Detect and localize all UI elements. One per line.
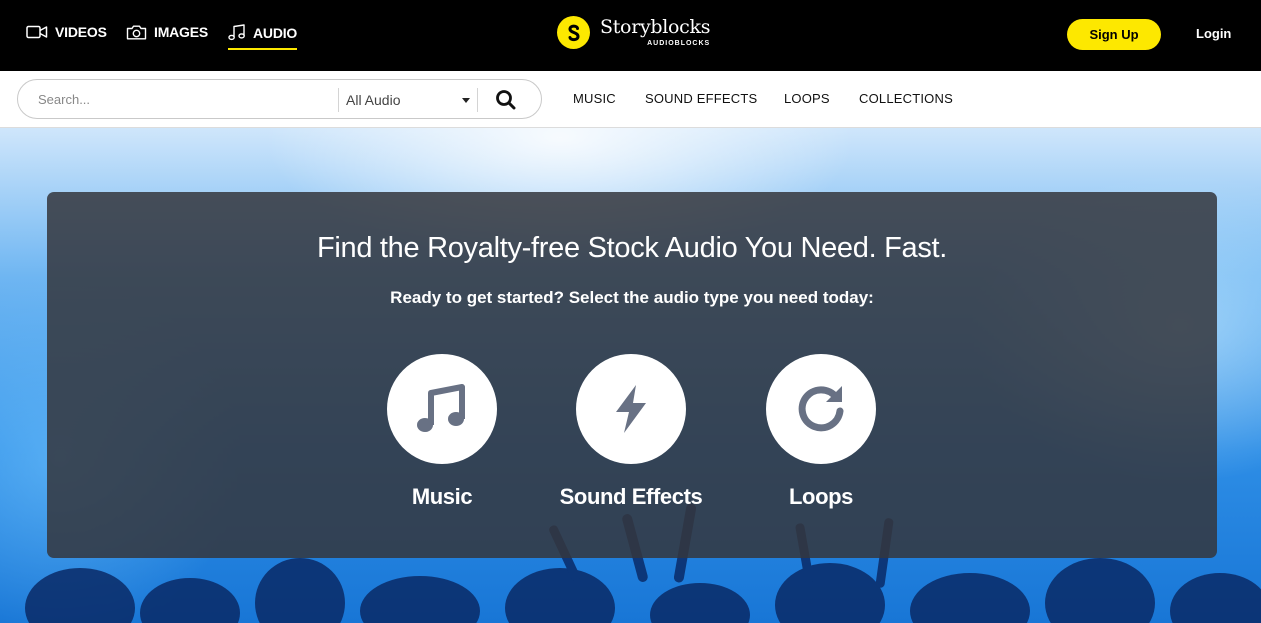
tab-images[interactable]: IMAGES	[126, 24, 208, 40]
option-loops[interactable]: Loops	[736, 354, 906, 524]
caret-down-icon	[462, 97, 470, 103]
video-camera-icon	[26, 25, 48, 39]
hero-subtitle: Ready to get started? Select the audio t…	[390, 288, 874, 307]
login-link[interactable]: Login	[1196, 26, 1231, 41]
search-divider	[477, 88, 478, 112]
sign-up-button[interactable]: Sign Up	[1067, 19, 1161, 50]
nav-link-loops[interactable]: LOOPS	[784, 91, 830, 106]
tab-videos[interactable]: VIDEOS	[26, 24, 107, 40]
tab-videos-label: VIDEOS	[55, 24, 107, 40]
nav-link-sound-effects[interactable]: SOUND EFFECTS	[645, 91, 757, 106]
tab-images-label: IMAGES	[154, 24, 209, 40]
refresh-loop-icon	[798, 386, 844, 432]
option-loops-circle	[766, 354, 876, 464]
music-note-icon	[417, 384, 465, 432]
top-bar: VIDEOS IMAGES AUDIO Storyblocks AUDIOBLO…	[0, 0, 1261, 71]
search-box: All Audio	[17, 79, 542, 119]
audio-type-card: Find the Royalty-free Stock Audio You Ne…	[47, 192, 1217, 558]
audio-type-select-value: All Audio	[346, 92, 401, 108]
hero-banner: Find the Royalty-free Stock Audio You Ne…	[0, 128, 1261, 623]
option-music-label: Music	[411, 484, 473, 509]
search-divider	[338, 88, 339, 112]
option-sound-effects[interactable]: Sound Effects	[546, 354, 716, 524]
search-button[interactable]	[494, 88, 518, 112]
search-nav-bar: All Audio MUSIC SOUND EFFECTS LOOPS COLL…	[0, 71, 1261, 128]
logo-subtitle: AUDIOBLOCKS	[647, 40, 711, 47]
option-music-circle	[387, 354, 497, 464]
logo-name: Storyblocks	[600, 16, 711, 38]
search-icon	[496, 90, 516, 110]
nav-link-music[interactable]: MUSIC	[573, 91, 616, 106]
hero-title: Find the Royalty-free Stock Audio You Ne…	[316, 232, 948, 264]
option-sound-effects-circle	[576, 354, 686, 464]
storyblocks-logo[interactable]: Storyblocks AUDIOBLOCKS	[557, 16, 711, 49]
lightning-bolt-icon	[616, 385, 646, 433]
photo-camera-icon	[126, 25, 147, 39]
tab-audio[interactable]: AUDIO	[228, 24, 298, 50]
nav-link-collections[interactable]: COLLECTIONS	[859, 91, 953, 106]
option-music[interactable]: Music	[357, 354, 527, 524]
option-loops-label: Loops	[789, 484, 853, 509]
music-note-icon	[228, 24, 245, 41]
search-input[interactable]	[38, 89, 333, 109]
audio-type-select[interactable]: All Audio	[346, 90, 470, 110]
logo-mark-icon	[557, 16, 590, 49]
tab-audio-label: AUDIO	[253, 24, 298, 41]
option-sound-effects-label: Sound Effects	[559, 484, 703, 509]
